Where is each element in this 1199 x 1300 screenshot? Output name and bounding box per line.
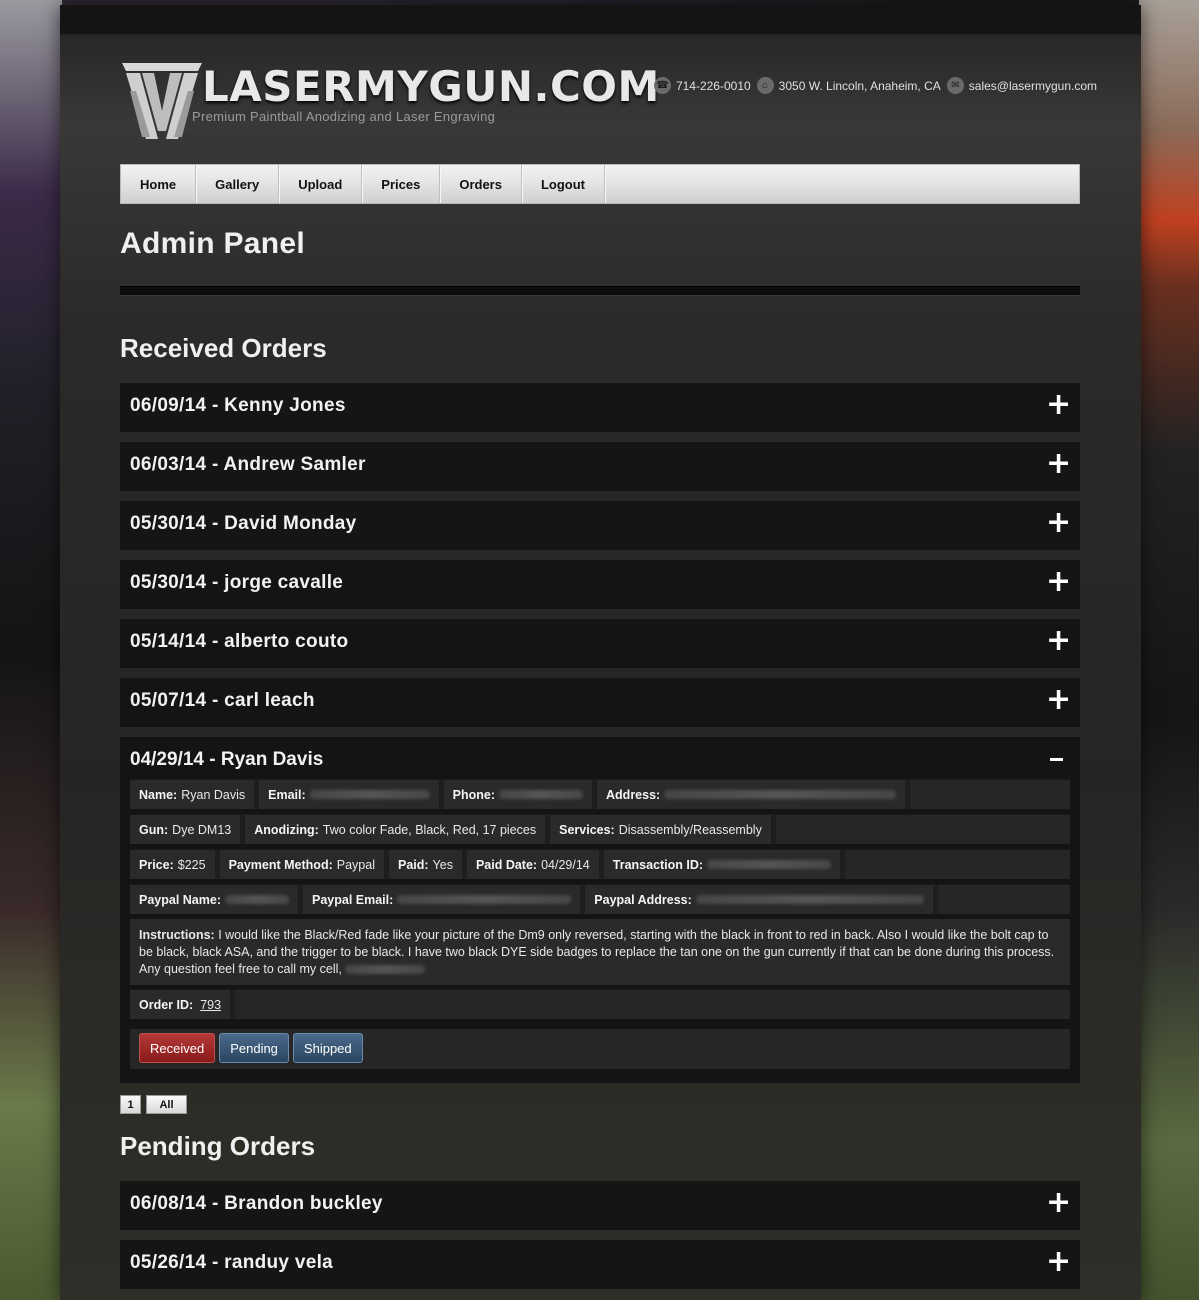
order-title: 06/08/14 - Brandon buckley [130,1193,383,1214]
detail-paid: Paid: Yes [388,850,467,879]
plus-icon[interactable]: + [1046,564,1071,600]
shipped-button[interactable]: Shipped [292,1033,363,1063]
plus-icon[interactable]: + [1046,505,1071,541]
site-header: LASERMYGUN.COM Premium Paintball Anodizi… [60,35,1141,165]
contact-phone: 714-226-0010 [675,78,751,93]
top-bar [60,5,1141,35]
pending-orders-heading: Pending Orders [120,1131,316,1161]
pagination: 1 All [120,1095,187,1114]
order-item[interactable]: 05/30/14 - David Monday + [120,501,1080,550]
detail-name: Name: Ryan Davis [130,780,260,809]
detail-gun: Gun: Dye DM13 [130,815,246,844]
order-item[interactable]: 05/30/14 - jorge cavalle + [120,560,1080,609]
detail-row-contact: Name: Ryan Davis Email: Phone: Address: [130,779,1070,809]
contact-info: ☎ 714-226-0010 ⌂ 3050 W. Lincoln, Anahei… [653,77,1097,94]
plus-icon[interactable]: + [1046,682,1071,718]
order-title: 05/30/14 - jorge cavalle [130,572,344,593]
plus-icon[interactable]: + [1046,446,1071,482]
page-title: Admin Panel [120,227,305,260]
order-title: 05/07/14 - carl leach [130,690,315,711]
detail-row-payment: Price: $225 Payment Method: Paypal Paid: Ye… [130,849,1070,879]
plus-icon[interactable]: + [1046,1185,1071,1221]
detail-phone: Phone: [443,780,598,809]
order-title: 05/26/14 - randuy vela [130,1252,334,1273]
received-button[interactable]: Received [139,1033,216,1063]
detail-order-id: Order ID: 793 [130,990,236,1019]
nav-gallery[interactable]: Gallery [196,165,280,203]
detail-row-order-id: Order ID: 793 [130,989,1070,1019]
mail-icon: ✉ [946,77,964,94]
nav-prices[interactable]: Prices [362,165,441,203]
detail-services: Services: Disassembly/Reassembly [550,815,776,844]
detail-payment-method: Payment Method: Paypal [219,850,389,879]
minus-icon[interactable] [1046,743,1070,773]
detail-paypal-email: Paypal Email: [302,885,586,914]
detail-paypal-address: Paypal Address: [585,885,938,914]
detail-row-paypal: Paypal Name: Paypal Email: Paypal Addres… [130,884,1070,914]
order-title: 05/30/14 - David Monday [130,513,357,534]
nav-upload[interactable]: Upload [279,165,363,203]
order-item[interactable]: 05/26/14 - randuy vela + [120,1240,1080,1289]
detail-paypal-name: Paypal Name: [130,885,303,914]
logo-mark-icon [122,63,202,139]
background-right [1139,0,1199,1300]
order-item[interactable]: 05/07/14 - carl leach + [120,678,1080,727]
received-orders-heading: Received Orders [120,333,327,363]
detail-email: Email: [259,780,444,809]
order-item[interactable]: 06/08/14 - Brandon buckley + [120,1181,1080,1230]
order-title: 06/03/14 - Andrew Samler [130,454,366,475]
detail-instructions: Instructions: I would like the Black/Red… [130,919,1070,985]
detail-row-product: Gun: Dye DM13 Anodizing: Two color Fade, B… [130,814,1070,844]
detail-address: Address: [597,780,911,809]
order-item[interactable]: 06/03/14 - Andrew Samler + [120,442,1080,491]
page-container: LASERMYGUN.COM Premium Paintball Anodizi… [60,5,1141,1300]
instructions-label: Instructions: [139,928,215,942]
title-divider [120,286,1080,296]
nav-logout[interactable]: Logout [522,165,606,203]
brand-tagline: Premium Paintball Anodizing and Laser En… [192,109,496,124]
contact-address: 3050 W. Lincoln, Anaheim, CA [778,78,941,93]
order-id-link[interactable]: 793 [200,998,221,1012]
order-item[interactable]: 06/09/14 - Kenny Jones + [120,383,1080,432]
main-nav: Home Gallery Upload Prices Orders Logout [120,164,1080,204]
detail-paid-date: Paid Date: 04/29/14 [466,850,604,879]
status-button-bar: Received Pending Shipped [130,1029,1070,1069]
plus-icon[interactable]: + [1046,623,1071,659]
page-1-button[interactable]: 1 [120,1095,141,1114]
plus-icon[interactable]: + [1046,1244,1071,1280]
page-all-button[interactable]: All [146,1095,187,1114]
nav-orders[interactable]: Orders [440,165,522,203]
order-item-expanded: 04/29/14 - Ryan Davis Name: Ryan Davis Em… [120,737,1080,1083]
pending-button[interactable]: Pending [219,1033,289,1063]
phone-icon: ☎ [653,77,671,94]
plus-icon[interactable]: + [1046,387,1071,423]
order-item[interactable]: 05/14/14 - alberto couto + [120,619,1080,668]
home-icon: ⌂ [756,77,774,94]
brand-name: LASERMYGUN.COM [202,62,660,111]
order-title[interactable]: 04/29/14 - Ryan Davis [130,737,323,783]
background-left [0,0,62,1300]
instructions-text: I would like the Black/Red fade like you… [139,928,1055,976]
order-title: 06/09/14 - Kenny Jones [130,395,346,416]
contact-email[interactable]: sales@lasermygun.com [969,79,1097,93]
detail-price: Price: $225 [130,850,220,879]
order-title: 05/14/14 - alberto couto [130,631,349,652]
nav-home[interactable]: Home [121,165,197,203]
detail-anodizing: Anodizing: Two color Fade, Black, Red, 17… [245,815,551,844]
site-logo[interactable]: LASERMYGUN.COM Premium Paintball Anodizi… [120,61,660,141]
detail-transaction-id: Transaction ID: [603,850,846,879]
